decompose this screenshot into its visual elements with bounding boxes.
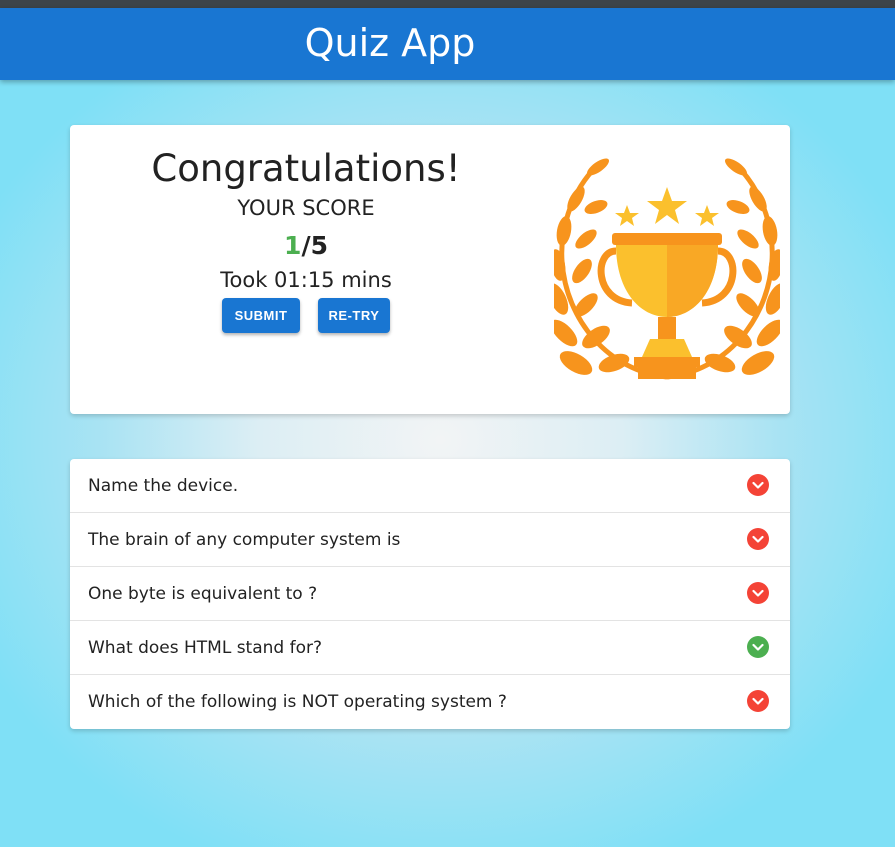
chevron-down-icon[interactable] [747, 474, 769, 496]
window-top-edge [0, 0, 895, 8]
submit-button[interactable]: SUBMIT [222, 298, 300, 333]
question-row[interactable]: The brain of any computer system is [70, 513, 790, 567]
question-row[interactable]: Name the device. [70, 459, 790, 513]
score-correct-count: 1 [284, 231, 302, 260]
question-text: What does HTML stand for? [88, 638, 322, 658]
question-row[interactable]: What does HTML stand for? [70, 621, 790, 675]
chevron-down-icon[interactable] [747, 582, 769, 604]
question-text: The brain of any computer system is [88, 530, 401, 550]
trophy-icon [554, 158, 780, 380]
time-taken: Took 01:15 mins [220, 268, 392, 292]
app-title: Quiz App [304, 21, 476, 65]
retry-button[interactable]: RE-TRY [318, 298, 390, 333]
chevron-down-icon[interactable] [747, 636, 769, 658]
congrats-heading: Congratulations! [151, 147, 461, 190]
question-row[interactable]: Which of the following is NOT operating … [70, 675, 790, 729]
result-card: Congratulations! YOUR SCORE 1/5 Took 01:… [70, 125, 790, 414]
score-value: 1/5 [70, 231, 542, 260]
question-text: One byte is equivalent to ? [88, 584, 318, 604]
score-label: YOUR SCORE [237, 196, 375, 220]
score-total: /5 [301, 231, 328, 260]
question-text: Which of the following is NOT operating … [88, 692, 507, 712]
app-bar: Quiz App [0, 8, 895, 80]
chevron-down-icon[interactable] [747, 690, 769, 712]
question-text: Name the device. [88, 476, 239, 496]
chevron-down-icon[interactable] [747, 528, 769, 550]
question-list: Name the device. The brain of any comput… [70, 459, 790, 729]
question-row[interactable]: One byte is equivalent to ? [70, 567, 790, 621]
